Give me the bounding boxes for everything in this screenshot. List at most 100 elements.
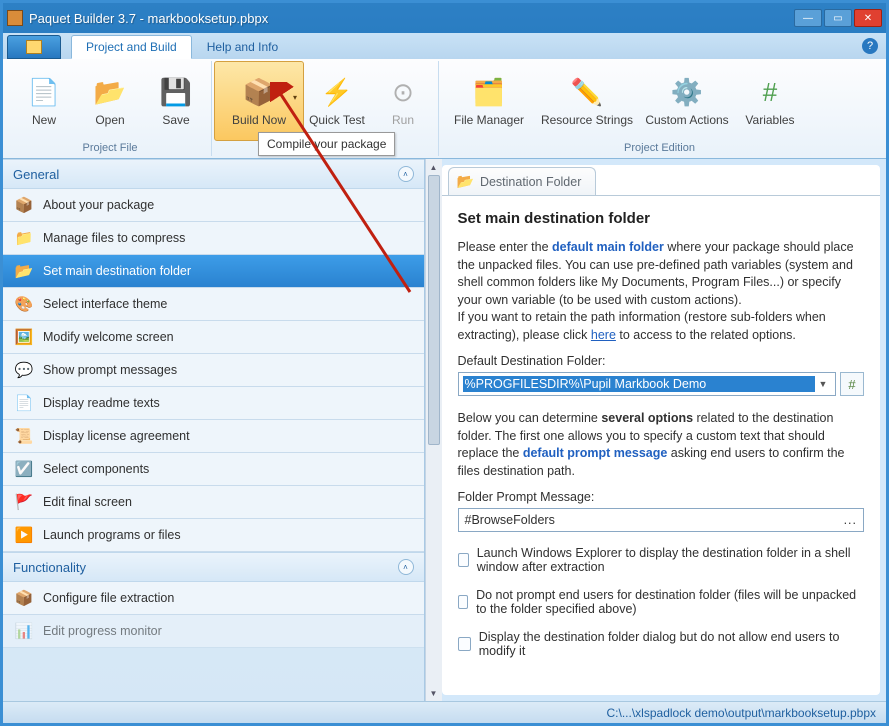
variables-button[interactable]: # Variables: [737, 61, 803, 141]
quick-test-button[interactable]: ⚡ Quick Test: [304, 61, 370, 141]
application-menu-button[interactable]: [7, 35, 61, 59]
sidebar-item-readme[interactable]: 📄 Display readme texts: [3, 387, 424, 420]
chevron-up-icon[interactable]: ˄: [398, 166, 414, 182]
dropdown-arrow-icon[interactable]: ▼: [815, 379, 831, 389]
status-path: C:\...\xlspadlock demo\output\markbookse…: [607, 706, 876, 720]
extract-icon: 📦: [13, 589, 35, 607]
progress-icon: 📊: [13, 622, 35, 640]
intro-paragraph: Please enter the default main folder whe…: [458, 239, 865, 344]
ribbon: 📄 New 📂 Open 💾 Save Project File 📦 Build: [3, 59, 886, 159]
functionality-label: Functionality: [13, 560, 86, 575]
checkbox-launch-explorer[interactable]: Launch Windows Explorer to display the d…: [458, 546, 865, 574]
tab-help-info[interactable]: Help and Info: [192, 35, 293, 59]
prompt-value: #BrowseFolders: [465, 513, 840, 527]
sidebar-item-destination[interactable]: 📂 Set main destination folder: [3, 255, 424, 288]
prompt-message-input[interactable]: #BrowseFolders ...: [458, 508, 865, 532]
file-manager-button[interactable]: 🗂️ File Manager: [441, 61, 537, 141]
ribbon-tab-strip: Project and Build Help and Info ?: [3, 33, 886, 59]
app-menu-icon: [26, 40, 42, 54]
new-button[interactable]: 📄 New: [11, 61, 77, 141]
theme-icon: 🎨: [13, 295, 35, 313]
file-manager-icon: 🗂️: [472, 75, 506, 109]
scroll-down-icon[interactable]: ▼: [426, 685, 442, 701]
quick-test-label: Quick Test: [309, 113, 365, 127]
open-label: Open: [95, 113, 124, 127]
sidebar: General ˄ 📦 About your package 📁 Manage …: [3, 159, 425, 701]
license-icon: 📜: [13, 427, 35, 445]
folder-tab-icon: 📂: [457, 173, 474, 190]
page-heading: Set main destination folder: [458, 210, 865, 227]
save-icon: 💾: [159, 75, 193, 109]
hash-button[interactable]: #: [840, 372, 864, 396]
build-icon: 📦: [242, 75, 276, 109]
build-label: Build Now: [232, 113, 286, 127]
minimize-button[interactable]: —: [794, 9, 822, 27]
sidebar-item-progress[interactable]: 📊 Edit progress monitor: [3, 615, 424, 648]
folder-open-icon: 📂: [13, 262, 35, 280]
sidebar-scrollbar[interactable]: ▲ ▼: [425, 159, 442, 701]
group-edition-label: Project Edition: [441, 141, 878, 156]
tab-project-build[interactable]: Project and Build: [71, 35, 192, 59]
group-file-label: Project File: [11, 141, 209, 156]
label-prompt-msg: Folder Prompt Message:: [458, 490, 865, 504]
variables-icon: #: [753, 75, 787, 109]
help-icon[interactable]: ?: [862, 38, 878, 54]
main-body: Set main destination folder Please enter…: [442, 195, 881, 695]
label-default-dest: Default Destination Folder:: [458, 354, 865, 368]
scroll-up-icon[interactable]: ▲: [426, 159, 442, 175]
checkbox-readonly-dialog[interactable]: Display the destination folder dialog bu…: [458, 630, 865, 658]
sidebar-item-about[interactable]: 📦 About your package: [3, 189, 424, 222]
build-now-button[interactable]: 📦 Build Now ▾: [214, 61, 304, 141]
sidebar-item-welcome[interactable]: 🖼️ Modify welcome screen: [3, 321, 424, 354]
chevron-up-icon[interactable]: ˄: [398, 559, 414, 575]
new-icon: 📄: [27, 75, 61, 109]
open-button[interactable]: 📂 Open: [77, 61, 143, 141]
tooltip: Compile your package: [258, 132, 395, 156]
run-label: Run: [392, 113, 414, 127]
browse-button[interactable]: ...: [839, 513, 857, 527]
sidebar-section-functionality[interactable]: Functionality ˄: [3, 552, 424, 582]
general-label: General: [13, 167, 59, 182]
scroll-thumb[interactable]: [428, 175, 440, 445]
run-button[interactable]: ⊙ Run: [370, 61, 436, 141]
sidebar-item-license[interactable]: 📜 Display license agreement: [3, 420, 424, 453]
maximize-button[interactable]: ▭: [824, 9, 852, 27]
sidebar-item-theme[interactable]: 🎨 Select interface theme: [3, 288, 424, 321]
new-label: New: [32, 113, 56, 127]
close-button[interactable]: ✕: [854, 9, 882, 27]
window-title: Paquet Builder 3.7 - markbooksetup.pbpx: [29, 11, 794, 26]
sidebar-section-general[interactable]: General ˄: [3, 159, 424, 189]
dropdown-arrow-icon[interactable]: ▾: [293, 93, 297, 102]
default-dest-combo[interactable]: %PROGFILESDIR%\Pupil Markbook Demo ▼: [458, 372, 837, 396]
run-icon: ⊙: [386, 75, 420, 109]
checkbox-icon[interactable]: [458, 637, 471, 651]
checkbox-icon[interactable]: [458, 553, 469, 567]
save-button[interactable]: 💾 Save: [143, 61, 209, 141]
sidebar-item-prompt[interactable]: 💬 Show prompt messages: [3, 354, 424, 387]
sidebar-item-extraction[interactable]: 📦 Configure file extraction: [3, 582, 424, 615]
welcome-icon: 🖼️: [13, 328, 35, 346]
sidebar-item-launch[interactable]: ▶️ Launch programs or files: [3, 519, 424, 552]
checkbox-icon[interactable]: [458, 595, 469, 609]
sidebar-item-manage-files[interactable]: 📁 Manage files to compress: [3, 222, 424, 255]
folder-icon: 📁: [13, 229, 35, 247]
launch-icon: ▶️: [13, 526, 35, 544]
here-link[interactable]: here: [591, 328, 616, 342]
main-panel: 📂 Destination Folder Set main destinatio…: [442, 165, 881, 695]
sidebar-item-final[interactable]: 🚩 Edit final screen: [3, 486, 424, 519]
sidebar-item-components[interactable]: ☑️ Select components: [3, 453, 424, 486]
resource-strings-icon: ✏️: [570, 75, 604, 109]
resource-strings-button[interactable]: ✏️ Resource Strings: [537, 61, 637, 141]
file-manager-label: File Manager: [454, 113, 524, 127]
flag-icon: 🚩: [13, 493, 35, 511]
save-label: Save: [162, 113, 189, 127]
custom-actions-button[interactable]: ⚙️ Custom Actions: [637, 61, 737, 141]
options-paragraph: Below you can determine several options …: [458, 410, 865, 480]
default-dest-value: %PROGFILESDIR%\Pupil Markbook Demo: [463, 376, 816, 392]
readme-icon: 📄: [13, 394, 35, 412]
checkbox-no-prompt[interactable]: Do not prompt end users for destination …: [458, 588, 865, 616]
main-tab-destination[interactable]: 📂 Destination Folder: [448, 167, 597, 195]
custom-actions-icon: ⚙️: [670, 75, 704, 109]
app-window: Paquet Builder 3.7 - markbooksetup.pbpx …: [3, 3, 886, 723]
variables-label: Variables: [745, 113, 794, 127]
